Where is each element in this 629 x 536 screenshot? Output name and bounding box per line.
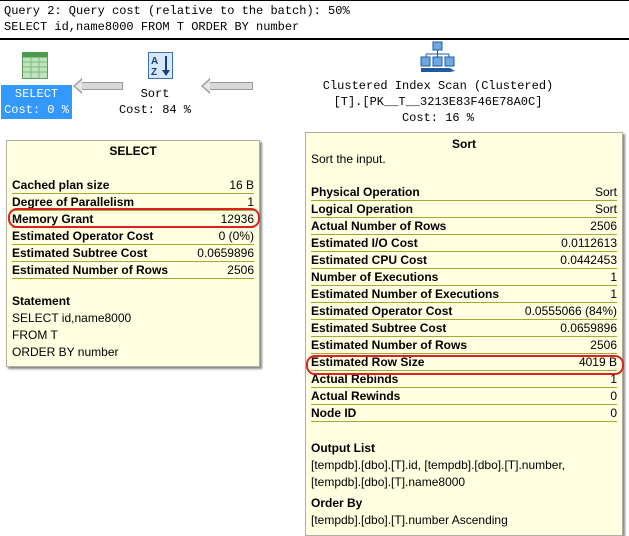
- property-row: Estimated Operator Cost 0.0555066 (84%): [311, 303, 617, 320]
- scan-node-label[interactable]: Clustered Index Scan (Clustered): [300, 78, 576, 94]
- property-row: Estimated CPU Cost 0.0442453: [311, 252, 617, 269]
- svg-text:Z: Z: [151, 67, 157, 78]
- property-value: 2506: [227, 263, 254, 277]
- select-node-cost[interactable]: Cost: 0 %: [1, 102, 72, 118]
- query-header: Query 2: Query cost (relative to the bat…: [0, 0, 629, 40]
- property-value: 0: [610, 406, 617, 420]
- row-size-highlight: [306, 355, 624, 375]
- property-value: 1: [610, 287, 617, 301]
- property-value: 0: [610, 389, 617, 403]
- statement-line: FROM T: [12, 328, 58, 342]
- property-name: Estimated Subtree Cost: [311, 321, 447, 335]
- query-cost-text: Query 2: Query cost (relative to the bat…: [4, 4, 350, 18]
- tooltip-title: Sort: [452, 137, 476, 151]
- property-row: Estimated Subtree Cost 0.0659896: [311, 320, 617, 337]
- property-row: Estimated Subtree Cost 0.0659896: [12, 245, 254, 262]
- property-name: Estimated Operator Cost: [311, 304, 453, 318]
- scan-node-cost[interactable]: Cost: 16 %: [300, 110, 576, 126]
- property-name: Estimated I/O Cost: [311, 236, 418, 250]
- sort-node-cost[interactable]: Cost: 84 %: [100, 102, 210, 118]
- property-row: Cached plan size 16 B: [12, 177, 254, 194]
- property-row: Estimated Operator Cost 0 (0%): [12, 228, 254, 245]
- tooltip-description: Sort the input.: [311, 152, 386, 166]
- property-value: 2506: [590, 338, 617, 352]
- statement-line: ORDER BY number: [12, 345, 119, 359]
- property-value: 0.0555066 (84%): [524, 304, 617, 318]
- statement-label: Statement: [12, 294, 71, 308]
- property-row: Estimated Number of Rows 2506: [311, 337, 617, 354]
- property-name: Logical Operation: [311, 202, 414, 216]
- property-name: Cached plan size: [12, 178, 110, 192]
- select-node-label[interactable]: SELECT: [1, 86, 72, 102]
- statement-line: SELECT id,name8000: [12, 311, 132, 325]
- order-by-label: Order By: [311, 496, 363, 510]
- property-row: Actual Rewinds 0: [311, 388, 617, 405]
- property-value: 0.0112613: [561, 236, 617, 250]
- property-value: 16 B: [229, 178, 254, 192]
- property-name: Estimated Subtree Cost: [12, 246, 148, 260]
- clustered-index-scan-icon[interactable]: [420, 41, 456, 73]
- property-value: 1: [610, 270, 617, 284]
- property-value: Sort: [594, 185, 617, 199]
- property-name: Actual Rewinds: [311, 389, 401, 403]
- output-list-label: Output List: [311, 441, 375, 455]
- select-tooltip: SELECT Cached plan size 16 B Degree of Par…: [6, 140, 260, 367]
- property-value: 0.0659896: [560, 321, 617, 335]
- select-result-icon[interactable]: [22, 52, 48, 79]
- property-value: 2506: [590, 219, 617, 233]
- property-row: Logical Operation Sort: [311, 201, 617, 218]
- property-value: 0.0442453: [560, 253, 617, 267]
- property-name: Node ID: [311, 406, 357, 420]
- sort-tooltip: Sort Sort the input. Physical Operation S…: [305, 132, 623, 536]
- property-name: Estimated Number of Rows: [12, 263, 169, 277]
- property-name: Estimated Operator Cost: [12, 229, 154, 243]
- property-row: Estimated Number of Executions 1: [311, 286, 617, 303]
- query-sql-text: SELECT id,name8000 FROM T ORDER BY numbe…: [4, 20, 300, 34]
- property-row: Estimated I/O Cost 0.0112613: [311, 235, 617, 252]
- property-row: Physical Operation Sort: [311, 184, 617, 201]
- property-row: Node ID 0: [311, 405, 617, 422]
- output-list-line: [tempdb].[dbo].[T].id, [tempdb].[dbo].[T…: [311, 458, 566, 472]
- property-name: Estimated Number of Rows: [311, 338, 468, 352]
- property-value: 0 (0%): [218, 229, 254, 243]
- property-name: Actual Number of Rows: [311, 219, 447, 233]
- property-row: Number of Executions 1: [311, 269, 617, 286]
- property-name: Number of Executions: [311, 270, 439, 284]
- property-value: Sort: [594, 202, 617, 216]
- order-by-value: [tempdb].[dbo].[T].number Ascending: [311, 513, 508, 527]
- property-name: Estimated CPU Cost: [311, 253, 428, 267]
- output-list-line: [tempdb].[dbo].[T].name8000: [311, 475, 466, 489]
- sort-az-icon[interactable]: A Z: [148, 52, 173, 79]
- tooltip-title: SELECT: [109, 144, 157, 158]
- property-name: Estimated Number of Executions: [311, 287, 500, 301]
- flow-arrow: [201, 78, 253, 94]
- property-row: Actual Number of Rows 2506: [311, 218, 617, 235]
- svg-text:A: A: [151, 56, 158, 67]
- property-row: Estimated Number of Rows 2506: [12, 262, 254, 279]
- property-name: Physical Operation: [311, 185, 420, 199]
- property-value: 0.0659896: [197, 246, 254, 260]
- scan-node-object[interactable]: [T].[PK__T__3213E83F46E78A0C]: [300, 94, 576, 110]
- memory-grant-highlight: [8, 208, 260, 228]
- sort-node-label[interactable]: Sort: [100, 86, 210, 102]
